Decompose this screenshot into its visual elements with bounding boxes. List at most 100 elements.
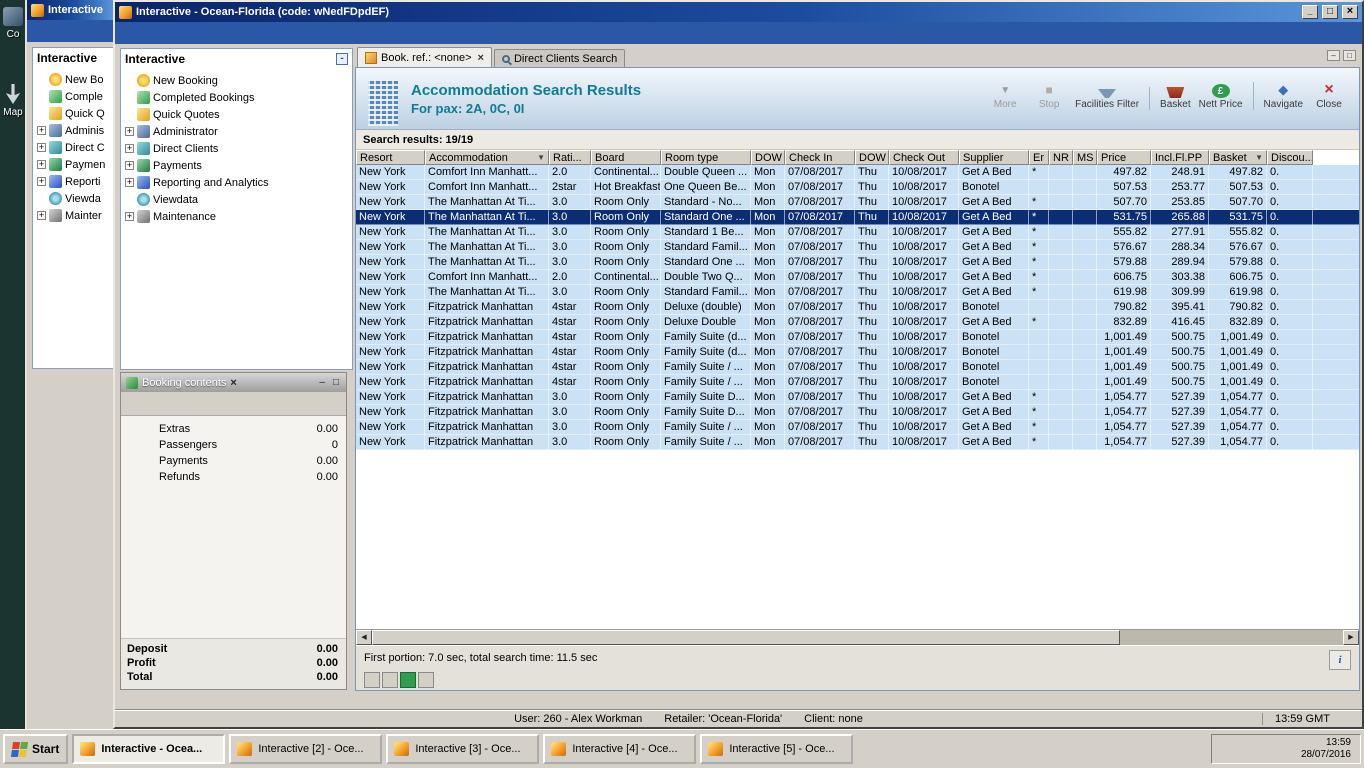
horizontal-scrollbar[interactable] (356, 629, 1359, 645)
table-row[interactable]: New York Fitzpatrick Manhattan 4star Roo… (356, 315, 1359, 330)
tree-item[interactable]: Quick Quotes (121, 106, 352, 123)
column-header[interactable]: Accommodation ▼ (425, 150, 549, 165)
column-header[interactable]: Supplier (959, 150, 1029, 165)
booking-contents-maximize-button[interactable] (331, 377, 341, 388)
table-row[interactable]: New York Fitzpatrick Manhattan 4star Roo… (356, 375, 1359, 390)
info-button[interactable] (1329, 650, 1351, 670)
booking-contents-header[interactable]: Booking contents (121, 373, 346, 392)
start-button[interactable]: Start (3, 734, 69, 764)
table-row[interactable]: New York The Manhattan At Ti... 3.0 Room… (356, 285, 1359, 300)
column-header[interactable]: NR (1049, 150, 1073, 165)
booking-contents-close-icon[interactable] (230, 377, 236, 389)
table-row[interactable]: New York Fitzpatrick Manhattan 3.0 Room … (356, 405, 1359, 420)
booking-toolbar-button[interactable] (279, 396, 294, 412)
column-header[interactable]: DOW (751, 150, 785, 165)
column-header[interactable]: MS (1073, 150, 1097, 165)
toolbar-button[interactable]: Close (1311, 82, 1347, 110)
scrollbar-track[interactable] (1120, 630, 1343, 645)
tree-item[interactable]: + Reporti (33, 173, 113, 190)
tree-item[interactable]: Viewda (33, 190, 113, 207)
expander-icon[interactable]: + (125, 212, 134, 221)
tray-icon[interactable] (1278, 743, 1291, 756)
column-header[interactable]: Resort (356, 150, 425, 165)
expander-icon[interactable]: + (37, 126, 46, 135)
toolbar-button[interactable]: More (987, 82, 1023, 110)
table-row[interactable]: New York Fitzpatrick Manhattan 3.0 Room … (356, 390, 1359, 405)
table-row[interactable]: New York Fitzpatrick Manhattan 4star Roo… (356, 360, 1359, 375)
tray-icon[interactable] (1240, 743, 1253, 756)
menu-item[interactable] (31, 29, 49, 33)
column-header[interactable]: Discou... (1267, 150, 1313, 165)
expander-icon[interactable]: + (37, 211, 46, 220)
column-header[interactable]: Price (1097, 150, 1151, 165)
column-header[interactable]: DOW (855, 150, 889, 165)
expander-icon[interactable]: + (37, 143, 46, 152)
table-row[interactable]: New York Fitzpatrick Manhattan 3.0 Room … (356, 420, 1359, 435)
view-tab[interactable] (364, 672, 380, 688)
table-row[interactable]: New York Fitzpatrick Manhattan 4star Roo… (356, 345, 1359, 360)
scroll-left-button[interactable] (356, 630, 372, 645)
taskbar-button[interactable]: Interactive [5] - Oce... (700, 734, 854, 764)
tree-item[interactable]: + Mainter (33, 207, 113, 224)
tray-icon[interactable] (1221, 743, 1234, 756)
desktop-icon[interactable]: Map (0, 84, 28, 118)
column-header[interactable]: Rati... (549, 150, 591, 165)
expander-icon[interactable]: + (125, 161, 134, 170)
taskbar-button[interactable]: Interactive - Ocea... (72, 734, 226, 764)
toolbar-button[interactable]: Facilities Filter (1075, 89, 1139, 110)
tree-item[interactable]: New Bo (33, 71, 113, 88)
table-row[interactable]: New York The Manhattan At Ti... 3.0 Room… (356, 255, 1359, 270)
tree-item[interactable]: + Maintenance (121, 208, 352, 225)
expander-icon[interactable]: + (37, 177, 46, 186)
tree-item[interactable]: Comple (33, 88, 113, 105)
desktop-icon[interactable]: Co (0, 7, 28, 40)
panel-maximize-button[interactable] (1343, 50, 1356, 61)
title-bar[interactable]: Interactive - Ocean-Florida (code: wNedF… (115, 2, 1362, 22)
column-header[interactable]: Board (591, 150, 661, 165)
column-header[interactable]: Incl.Fl.PP (1151, 150, 1209, 165)
expander-icon[interactable]: + (37, 160, 46, 169)
close-button[interactable] (1342, 5, 1358, 19)
tree-item[interactable]: + Direct Clients (121, 140, 352, 157)
column-header[interactable]: Er (1029, 150, 1049, 165)
maximize-button[interactable] (1322, 5, 1338, 19)
table-row[interactable]: New York Fitzpatrick Manhattan 4star Roo… (356, 300, 1359, 315)
taskbar-button[interactable]: Interactive [2] - Oce... (229, 734, 383, 764)
column-header[interactable]: Check In (785, 150, 855, 165)
toolbar-button[interactable]: Basket (1149, 87, 1191, 110)
booking-toolbar-button[interactable] (305, 396, 320, 412)
booking-toolbar-button[interactable] (201, 396, 216, 412)
view-tab[interactable] (382, 672, 398, 688)
scroll-right-button[interactable] (1343, 630, 1359, 645)
toolbar-button[interactable]: Navigate (1252, 82, 1303, 110)
toolbar-button[interactable]: Stop (1031, 82, 1067, 110)
booking-toolbar-button[interactable] (227, 396, 242, 412)
table-row[interactable]: New York Comfort Inn Manhatt... 2.0 Cont… (356, 165, 1359, 180)
tab-close-icon[interactable]: × (478, 52, 484, 64)
view-tab[interactable] (400, 672, 416, 688)
table-row[interactable]: New York Fitzpatrick Manhattan 4star Roo… (356, 330, 1359, 345)
column-header[interactable]: Basket ▼ (1209, 150, 1267, 165)
tree-item[interactable]: + Payments (121, 157, 352, 174)
taskbar-button[interactable]: Interactive [3] - Oce... (386, 734, 540, 764)
minimize-button[interactable] (1302, 5, 1318, 19)
tree-item[interactable]: + Reporting and Analytics (121, 174, 352, 191)
tree-item[interactable]: + Paymen (33, 156, 113, 173)
clock[interactable]: 13:59 28/07/2016 (1297, 737, 1351, 761)
table-row[interactable]: New York The Manhattan At Ti... 3.0 Room… (356, 240, 1359, 255)
tree-item[interactable]: Completed Bookings (121, 89, 352, 106)
booking-contents-minimize-button[interactable] (317, 377, 327, 388)
tree-item[interactable]: + Direct C (33, 139, 113, 156)
expander-icon[interactable]: + (125, 178, 134, 187)
panel-minimize-button[interactable] (1327, 50, 1340, 61)
filter-icon[interactable]: ▼ (537, 153, 545, 162)
expander-icon[interactable]: + (125, 127, 134, 136)
table-row[interactable]: New York The Manhattan At Ti... 3.0 Room… (356, 195, 1359, 210)
tree-item[interactable]: + Administrator (121, 123, 352, 140)
column-header[interactable]: Room type (661, 150, 751, 165)
tree-item[interactable]: Viewdata (121, 191, 352, 208)
booking-toolbar-button[interactable] (175, 396, 190, 412)
table-row[interactable]: New York The Manhattan At Ti... 3.0 Room… (356, 210, 1359, 225)
menu-item[interactable] (137, 31, 155, 35)
tree-item[interactable]: Quick Q (33, 105, 113, 122)
